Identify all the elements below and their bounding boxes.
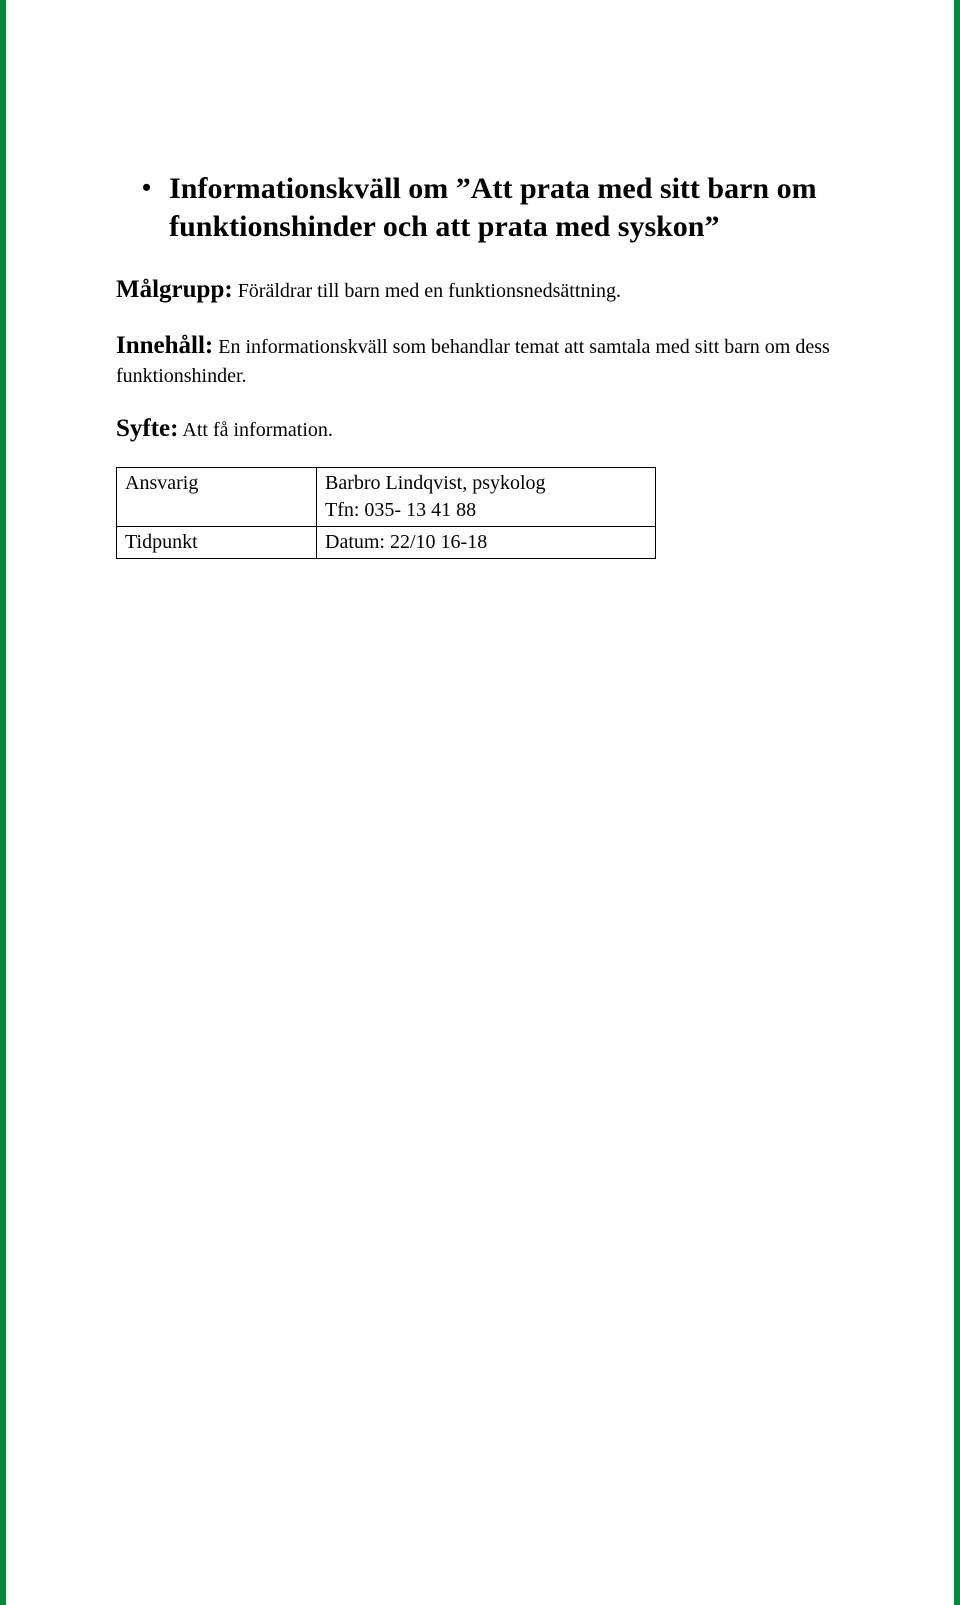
info-table: Ansvarig Barbro Lindqvist, psykolog Tfn:…: [116, 467, 656, 559]
label-innehall: Innehåll:: [116, 332, 213, 359]
table-row: Tidpunkt Datum: 22/10 16-18: [117, 527, 656, 559]
cell-tidpunkt-key: Tidpunkt: [117, 527, 317, 559]
section-syfte: Syfte: Att få information.: [116, 412, 844, 446]
heading-row: • Informationskväll om ”Att prata med si…: [116, 170, 844, 245]
bullet-icon: •: [116, 170, 169, 206]
cell-tidpunkt-value: Datum: 22/10 16-18: [317, 527, 656, 559]
ansvarig-name: Barbro Lindqvist, psykolog: [325, 472, 546, 494]
cell-ansvarig-key: Ansvarig: [117, 468, 317, 527]
text-syfte: Att få information.: [182, 419, 333, 441]
text-innehall: En informationskväll som behandlar temat…: [116, 336, 830, 387]
label-syfte: Syfte:: [116, 415, 178, 442]
ansvarig-phone: Tfn: 035- 13 41 88: [325, 499, 476, 521]
cell-ansvarig-value: Barbro Lindqvist, psykolog Tfn: 035- 13 …: [317, 468, 656, 527]
section-malgrupp: Målgrupp: Föräldrar till barn med en fun…: [116, 273, 844, 307]
document-page: • Informationskväll om ”Att prata med si…: [0, 0, 960, 1605]
text-malgrupp: Föräldrar till barn med en funktionsneds…: [238, 280, 621, 302]
page-title: Informationskväll om ”Att prata med sitt…: [169, 170, 844, 245]
section-innehall: Innehåll: En informationskväll som behan…: [116, 329, 844, 390]
label-malgrupp: Målgrupp:: [116, 276, 233, 303]
table-row: Ansvarig Barbro Lindqvist, psykolog Tfn:…: [117, 468, 656, 527]
